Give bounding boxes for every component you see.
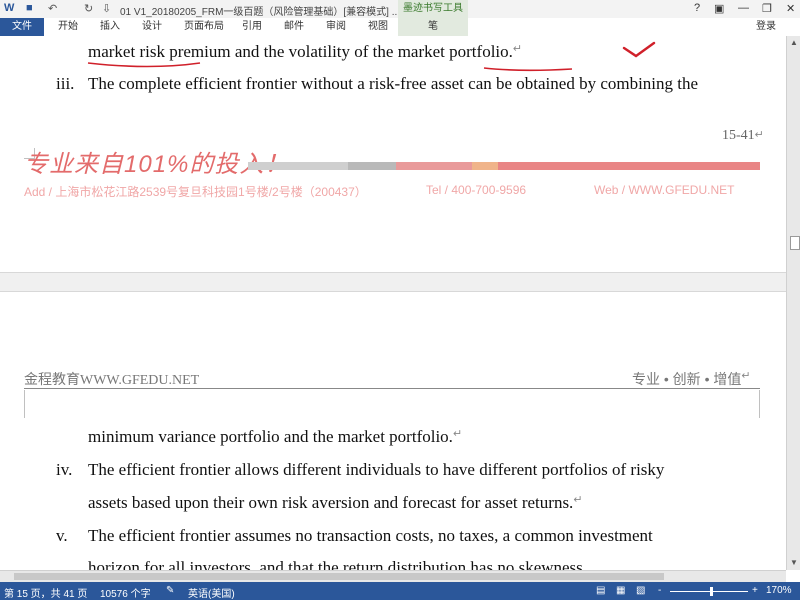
tab-home[interactable]: 开始 [58,18,78,36]
footer-address: Add / 上海市松花江路2539号复旦科技园1号楼/2号楼（200437） [24,185,367,199]
ink-checkmark [622,41,656,58]
ink-annotations [87,41,656,72]
footer-bar-gray-dark [348,162,396,170]
header-right-tagline: 专业 • 创新 • 增值 ↵ [632,370,751,387]
tab-view[interactable]: 视图 [368,18,388,36]
redo-icon[interactable]: ↻ [84,2,93,15]
doc-line-item4-cont: assets based upon their own risk aversio… [88,493,583,512]
tab-references[interactable]: 引用 [242,18,262,36]
doc-line-item4: The efficient frontier allows different … [88,460,665,479]
footer-web: Web / WWW.GFEDU.NET [594,183,735,197]
footer-tel: Tel / 400-700-9596 [426,183,527,197]
doc-line-item5-cont: horizon for all investors, and that the … [88,558,588,570]
page-number: 15-41 ↵ [722,128,764,143]
paragraph-mark: ↵ [741,370,751,382]
tab-insert[interactable]: 插入 [100,18,120,36]
paragraph-mark: ↵ [573,494,583,506]
title-bar: W ■ ↶ ↻ ⇩ 01 V1_20180205_FRM一级百题（风险管理基础）… [0,0,800,18]
zoom-level[interactable]: 170% [766,585,792,596]
footer-bar-gray [248,162,348,170]
paragraph-mark: ↵ [452,428,463,440]
ribbon-tabs: 文件 开始 插入 设计 页面布局 引用 邮件 审阅 视图 笔 登录 [0,18,800,37]
ribbon-display-options-icon[interactable]: ▣ [714,2,724,15]
vertical-scrollbar[interactable]: ▲ ▼ [786,36,800,570]
web-layout-icon[interactable]: ▧ [636,585,645,596]
item-number-v: v. [56,526,68,545]
word-app-icon: W [4,2,15,14]
zoom-slider-track[interactable] [670,591,748,592]
tab-review[interactable]: 审阅 [326,18,346,36]
zoom-slider-thumb[interactable] [710,587,713,596]
help-icon[interactable]: ? [694,2,700,14]
tab-pen[interactable]: 笔 [398,18,468,36]
minimize-icon[interactable]: — [738,2,749,14]
tab-design[interactable]: 设计 [142,18,162,36]
ink-underline-premium [87,62,201,68]
word-count-status[interactable]: 10576 个字 [100,585,151,600]
paragraph-mark: ↵ [754,129,764,141]
header-left-brand: 金程教育WWW.GFEDU.NET [24,373,200,388]
customize-toolbar-icon[interactable]: ⇩ [102,2,111,15]
status-bar: 第 15 页，共 41 页 10576 个字 ✎ 英语(美国) ▤ ▦ ▧ - … [0,582,800,600]
tab-mailings[interactable]: 邮件 [284,18,304,36]
save-icon[interactable]: ■ [26,2,33,14]
scroll-up-icon[interactable]: ▲ [790,38,798,47]
undo-icon[interactable]: ↶ [48,2,57,15]
tab-file[interactable]: 文件 [0,18,44,36]
margin-corner-mark [759,390,761,418]
footer-bar-orange [472,162,498,170]
page-count-status[interactable]: 第 15 页，共 41 页 [4,585,87,600]
document-area[interactable]: market risk premium and the volatility o… [0,36,786,570]
footer-bar-red [498,162,760,170]
window-title: 01 V1_20180205_FRM一级百题（风险管理基础）[兼容模式] ... [120,7,401,18]
zoom-out-button[interactable]: - [658,585,661,596]
login-link[interactable]: 登录 [756,18,776,36]
close-icon[interactable]: ✕ [786,2,795,15]
doc-line-item3-cont: minimum variance portfolio and the marke… [88,427,463,446]
page-break-gap [0,272,786,292]
horizontal-scrollbar-thumb[interactable] [14,573,664,580]
read-mode-icon[interactable]: ▤ [596,585,605,596]
item-number-iv: iv. [56,460,73,479]
footer-bar-pink [396,162,472,170]
margin-corner-mark [24,390,26,418]
doc-line-item5: The efficient frontier assumes no transa… [88,526,653,545]
language-status[interactable]: 英语(美国) [188,585,235,600]
ink-underline-portfolio [483,67,573,72]
zoom-in-button[interactable]: + [752,585,758,596]
header-rule [24,388,760,389]
scrollbar-thumb[interactable] [790,236,800,250]
scroll-down-icon[interactable]: ▼ [790,558,798,567]
restore-icon[interactable]: ❐ [762,2,772,15]
tab-page-layout[interactable]: 页面布局 [184,18,224,36]
proofing-icon[interactable]: ✎ [166,585,174,596]
print-layout-icon[interactable]: ▦ [616,585,625,596]
context-tab-group-label: 墨迹书写工具 [398,0,468,18]
